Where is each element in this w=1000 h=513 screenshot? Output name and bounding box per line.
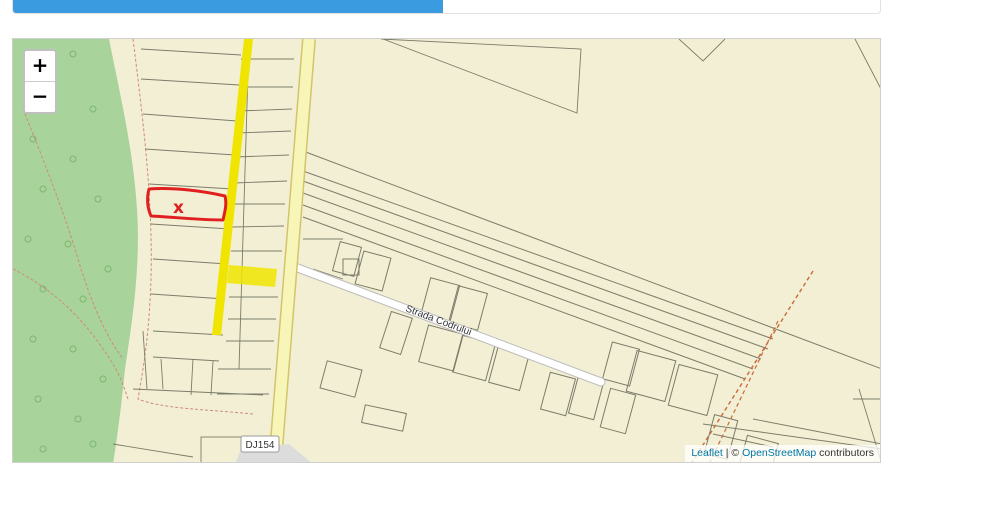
road-ref-label: DJ154 <box>246 440 275 451</box>
openstreetmap-link[interactable]: OpenStreetMap <box>742 447 816 459</box>
zoom-in-button[interactable]: + <box>25 51 55 81</box>
progress-bar <box>12 0 881 14</box>
map-attribution: Leaflet | © OpenStreetMap contributors <box>685 445 880 462</box>
zoom-control: + − <box>23 49 57 114</box>
zoom-out-button[interactable]: − <box>25 81 55 112</box>
progress-bar-fill <box>13 0 444 13</box>
land-background <box>13 39 880 462</box>
attribution-suffix: contributors <box>816 447 874 459</box>
attribution-separator: | © <box>722 447 743 459</box>
map-container[interactable]: Strada Codrului x DJ154 + − Leaflet | © … <box>12 38 881 463</box>
marker-x-icon: x <box>173 198 184 218</box>
leaflet-link[interactable]: Leaflet <box>691 447 723 459</box>
map-canvas[interactable]: Strada Codrului x DJ154 <box>13 39 881 463</box>
